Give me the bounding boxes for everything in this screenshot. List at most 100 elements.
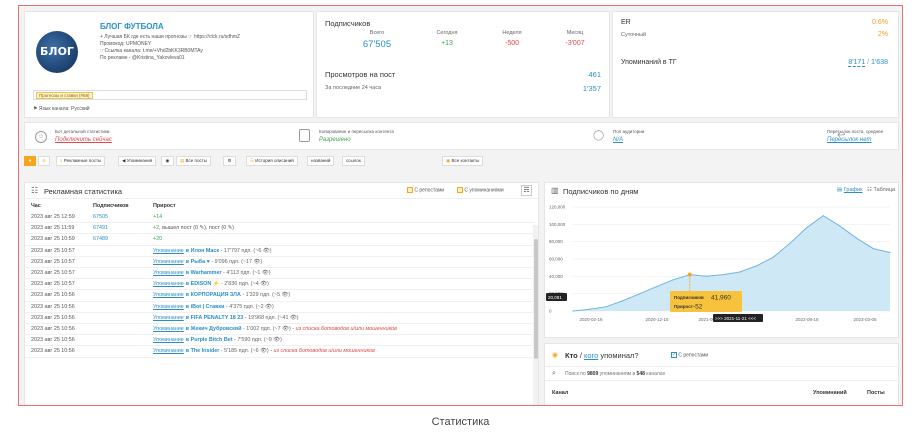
row-mention-group: Упоминание в Warhammer - 4'113 пдп. (~1 👁…: [153, 268, 271, 279]
category-tag[interactable]: Прогнозы и ставки (#59): [36, 92, 93, 99]
table-row: 2023 авг 25 10:56 Упоминание в КОРПОРАЦИЯ …: [25, 290, 535, 302]
links-button[interactable]: ссылок: [342, 156, 365, 166]
all-posts-button[interactable]: ▤ Все посты: [176, 156, 212, 166]
col-subscribers: Подписчиков: [93, 203, 129, 209]
info-bot-value[interactable]: Подключить сейчас: [55, 137, 112, 143]
data-point: [772, 256, 774, 258]
mention-target[interactable]: в Жекич Дубровский: [186, 326, 242, 332]
row-mention-group: Упоминание в Purple Bitch Bet - 7'590 пдп…: [153, 335, 282, 346]
data-point: [789, 242, 791, 244]
row-time: 2023 авг 25 12:59: [31, 214, 75, 220]
subs-chart-title: Подписчиков по дням: [563, 187, 639, 196]
col-week-label: Неделя: [502, 30, 522, 36]
mention-link[interactable]: Упоминание: [153, 259, 184, 265]
mention-target[interactable]: в The Insider: [186, 348, 220, 354]
scrollbar[interactable]: [533, 225, 538, 405]
y-tick-label: 100,000: [549, 222, 566, 227]
history-button[interactable]: ☰ История описаний: [246, 156, 298, 166]
tab-graph[interactable]: ▤ График: [837, 187, 863, 193]
mention-link[interactable]: Упоминание: [153, 270, 184, 276]
tab-graph-label: График: [843, 187, 863, 193]
ad-posts-button[interactable]: ⌕ Рекламные посты: [56, 156, 106, 166]
history-label: История описаний: [255, 158, 294, 163]
checkbox-icon: [457, 187, 463, 193]
mention-target[interactable]: в EDISON ⚡: [186, 281, 220, 287]
mention-target[interactable]: в Purple Bitch Bet: [186, 337, 233, 343]
mention-target[interactable]: в Рыба ♥: [186, 259, 210, 265]
filter-button[interactable]: ☴: [521, 185, 532, 196]
who-reposts-checkbox[interactable]: ✓ С репостами: [671, 352, 708, 358]
checkbox-icon: ✓: [671, 352, 677, 358]
reposts-checkbox[interactable]: С репостами: [407, 187, 444, 193]
desc-line: Промокод: UPMONEY: [100, 41, 152, 47]
favorite-button[interactable]: ♥: [24, 156, 36, 166]
last24-value: 1'357: [582, 84, 601, 93]
scrollbar-thumb[interactable]: [534, 239, 538, 359]
er-daily-label: Суточный: [621, 32, 647, 38]
channel-card: БЛОГ БЛОГ ФУТБОЛА + Лучшая БК где есть н…: [24, 11, 314, 118]
mention-target[interactable]: в Илон Маск: [186, 248, 219, 254]
search-icon: ⌕: [552, 370, 556, 377]
table-row: 2023 авг 25 10:57 Упоминание в Илон Маск -…: [25, 245, 535, 257]
subscribers-card: Подписчиков Всего Сегодня Неделя Месяц 6…: [316, 11, 610, 118]
data-point: [822, 215, 824, 217]
mention-target[interactable]: в Warhammer: [186, 270, 222, 276]
data-point: [639, 293, 641, 295]
settings-button[interactable]: ⚙: [223, 156, 236, 166]
data-point: [705, 275, 708, 277]
who-search-row[interactable]: ⌕ Поиск по 9809 упоминаниям в 548 канала…: [545, 366, 900, 381]
title-whom-link[interactable]: кого: [584, 351, 598, 360]
data-point: [622, 300, 624, 302]
mentions-channels[interactable]: 1'638: [871, 59, 888, 66]
mention-detail: - 5'185 пдп. (~6 👁): [219, 348, 269, 355]
all-posts-label: Все посты: [185, 158, 208, 163]
row-extra[interactable]: , вышел пост (0 ✎), пост (0 ✎): [159, 225, 234, 231]
checkbox-icon: [407, 187, 413, 193]
data-point: [872, 248, 874, 250]
mentions-count[interactable]: 8'171: [848, 59, 866, 67]
subs-week: -500: [504, 40, 519, 47]
mention-link[interactable]: Упоминание: [153, 326, 184, 332]
graph-icon: ▤: [837, 187, 844, 193]
stats-frame: БЛОГ БЛОГ ФУТБОЛА + Лучшая БК где есть н…: [18, 5, 903, 406]
names-button[interactable]: названий: [307, 156, 335, 166]
mention-link[interactable]: Упоминание: [153, 248, 184, 254]
mention-detail: - 9'096 пдп. (~17 👁): [209, 258, 263, 265]
mentions-checkbox[interactable]: С упоминаниями: [457, 187, 504, 193]
table-row: 2023 авг 25 10:56 Упоминание в Purple Bitc…: [25, 335, 535, 347]
mention-target[interactable]: в FIFA PENALTY 18 23: [186, 315, 243, 321]
info-forward-value[interactable]: Пересылок нет: [827, 137, 872, 143]
mention-link[interactable]: Упоминание: [153, 281, 184, 287]
channel-title[interactable]: БЛОГ ФУТБОЛА: [100, 22, 164, 31]
tab-table[interactable]: ☷ Таблица: [867, 187, 895, 193]
mention-link[interactable]: Упоминание: [153, 315, 184, 321]
col-mentions: Упоминаний: [813, 390, 847, 396]
info-bot-title: Бот детальной статистики: [55, 129, 110, 134]
row-time: 2023 авг 25 10:56: [31, 303, 75, 310]
mention-target[interactable]: в КОРПОРАЦИЯ ЗЛА: [186, 292, 241, 298]
hide-button[interactable]: ⊘: [38, 156, 50, 166]
views-title: Просмотров на пост: [325, 70, 396, 79]
row-mention-group: Упоминание в Рыба ♥ - 9'096 пдп. (~17 👁): [153, 257, 262, 268]
mention-link[interactable]: Упоминание: [153, 348, 184, 354]
info-audience-value[interactable]: N/A: [613, 137, 623, 143]
contacts-button[interactable]: ▣ Все контакты: [442, 156, 484, 166]
mention-link[interactable]: Упоминание: [153, 304, 184, 310]
table-row: 2023 авг 25 10:59 67489 +20: [25, 234, 535, 246]
table-row: 2023 авг 25 10:56 Упоминание в FIFA PENALT…: [25, 312, 535, 324]
mention-link[interactable]: Упоминание: [153, 292, 184, 298]
date-badge-text: >>> 2021-11-21 <<<: [715, 316, 756, 321]
eye-icon: ◉: [552, 352, 559, 359]
info-copy-title: Копирование и пересылка контента: [319, 129, 394, 134]
mention-target[interactable]: в iBot | Ставки: [186, 304, 225, 310]
mentions-button[interactable]: ◀ Упоминания: [118, 156, 157, 166]
subs-area-chart: 120,000100,00080,00060,00040,00020,00002…: [546, 205, 891, 322]
mention-detail: - 7'590 пдп. (~9 👁): [232, 337, 282, 344]
channel-language: ⚑ Язык канала: Русский: [33, 106, 90, 112]
who-search-text: Поиск по 9809 упоминаниям в 548 каналах: [565, 371, 665, 377]
last24-label: За последние 24 часа: [325, 85, 382, 91]
eye-button[interactable]: ◉: [161, 156, 174, 166]
who-mentioned-panel: ◉ Кто / кого упоминал? ✓ С репостами ⌕ П…: [544, 343, 900, 405]
mention-link[interactable]: Упоминание: [153, 337, 184, 343]
ad-posts-label: Рекламные посты: [63, 158, 102, 163]
